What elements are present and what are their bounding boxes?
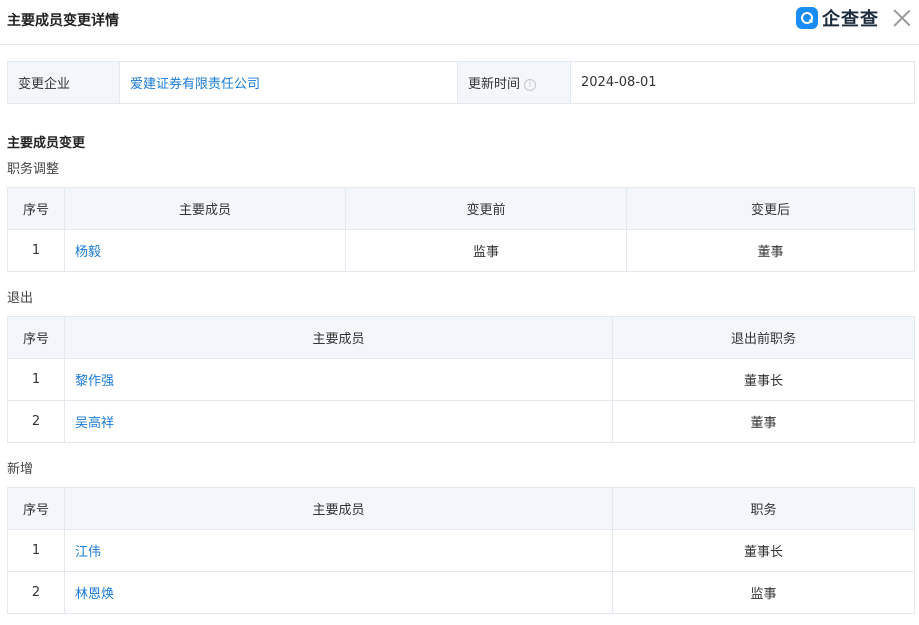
exit-table: 序号 主要成员 退出前职务 1 黎作强 董事长 2 吴高祥 董事 (7, 316, 915, 443)
adjust-table: 序号 主要成员 变更前 变更后 1 杨毅 监事 董事 (7, 187, 915, 272)
column-header: 主要成员 (64, 316, 613, 359)
row-number: 1 (7, 529, 65, 572)
table-row: 1 江伟 董事长 (7, 529, 915, 572)
column-header: 变更前 (345, 187, 627, 230)
member-link[interactable]: 杨毅 (64, 229, 346, 272)
column-header: 退出前职务 (612, 316, 915, 359)
search-logo-icon (796, 7, 818, 29)
table-row: 2 吴高祥 董事 (7, 400, 915, 443)
dialog-header: 主要成员变更详情 企查查 (0, 0, 919, 45)
added-table: 序号 主要成员 职务 1 江伟 董事长 2 林恩焕 监事 (7, 487, 915, 614)
row-number: 2 (7, 400, 65, 443)
column-header: 序号 (7, 487, 65, 530)
column-header: 职务 (612, 487, 915, 530)
member-link[interactable]: 吴高祥 (64, 400, 613, 443)
column-header: 主要成员 (64, 487, 613, 530)
update-time-label: 更新时间 (468, 77, 521, 92)
row-number: 2 (7, 571, 65, 614)
update-time-cell: 更新时间 i (457, 61, 571, 104)
position: 董事长 (612, 529, 915, 572)
exit-position: 董事长 (612, 358, 915, 401)
exit-title: 退出 (7, 291, 34, 306)
column-header: 主要成员 (64, 187, 346, 230)
dialog-title: 主要成员变更详情 (7, 13, 119, 29)
table-row: 1 杨毅 监事 董事 (7, 229, 915, 272)
company-label: 变更企业 (7, 61, 120, 104)
column-header: 序号 (7, 187, 65, 230)
member-link[interactable]: 林恩焕 (64, 571, 613, 614)
member-link[interactable]: 江伟 (64, 529, 613, 572)
row-number: 1 (7, 229, 65, 272)
info-table: 变更企业 爱建证券有限责任公司 更新时间 i 2024-08-01 (7, 61, 915, 104)
table-row: 1 黎作强 董事长 (7, 358, 915, 401)
update-time-value: 2024-08-01 (570, 61, 915, 104)
row-number: 1 (7, 358, 65, 401)
info-icon[interactable]: i (524, 79, 537, 91)
close-icon[interactable] (893, 9, 911, 27)
column-header: 变更后 (626, 187, 915, 230)
company-link[interactable]: 爱建证券有限责任公司 (119, 61, 458, 104)
table-row: 2 林恩焕 监事 (7, 571, 915, 614)
before-position: 监事 (345, 229, 627, 272)
position: 监事 (612, 571, 915, 614)
exit-position: 董事 (612, 400, 915, 443)
column-header: 序号 (7, 316, 65, 359)
member-link[interactable]: 黎作强 (64, 358, 613, 401)
brand-name: 企查查 (822, 9, 879, 30)
after-position: 董事 (626, 229, 915, 272)
added-title: 新增 (7, 462, 34, 477)
section-title: 主要成员变更 (7, 136, 86, 151)
adjust-title: 职务调整 (7, 162, 60, 177)
brand-logo: 企查查 (796, 6, 879, 30)
